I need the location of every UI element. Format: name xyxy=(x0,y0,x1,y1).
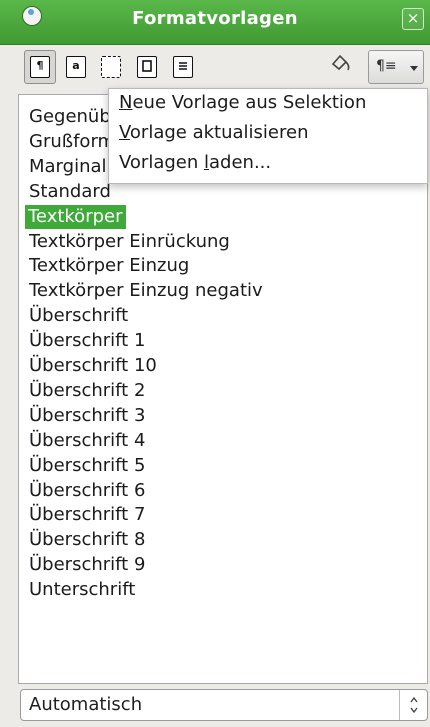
style-list-item[interactable]: Überschrift xyxy=(27,304,130,328)
window-title: Formatvorlagen xyxy=(132,8,298,29)
frame-styles-icon[interactable] xyxy=(101,56,121,78)
style-list-item[interactable]: Textkörper Einzug xyxy=(27,254,191,278)
new-style-from-selection-button[interactable]: ¶≡ xyxy=(368,50,424,84)
style-list-item[interactable]: Textkörper Einrückung xyxy=(27,230,232,254)
style-list-item[interactable]: Überschrift 5 xyxy=(27,454,147,478)
style-list-item[interactable]: Überschrift 4 xyxy=(27,429,147,453)
filter-value: Automatisch xyxy=(29,694,143,715)
new-style-label: ¶≡ xyxy=(376,58,397,74)
style-list-item[interactable]: Textkörper xyxy=(25,204,126,229)
style-list-item[interactable]: Unterschrift xyxy=(27,578,137,602)
spin-arrows-icon[interactable] xyxy=(399,690,427,720)
close-button[interactable]: × xyxy=(402,8,424,30)
context-menu: Neue Vorlage aus Selektion Vorlage aktual… xyxy=(108,88,428,184)
style-filter-select[interactable]: Automatisch xyxy=(20,689,428,721)
menu-item[interactable]: Vorlagen laden... xyxy=(119,152,271,173)
title-bar: Formatvorlagen × xyxy=(0,0,430,45)
menu-item[interactable]: Neue Vorlage aus Selektion xyxy=(119,92,366,113)
style-list-item[interactable]: Standard xyxy=(27,180,113,204)
style-list-item[interactable]: Überschrift 6 xyxy=(27,479,147,503)
chevron-down-icon xyxy=(410,66,418,71)
style-list-item[interactable]: Überschrift 2 xyxy=(27,379,147,403)
style-list-item[interactable]: Überschrift 7 xyxy=(27,503,147,527)
character-styles-icon[interactable]: a xyxy=(66,56,86,78)
paragraph-styles-icon[interactable]: ¶ xyxy=(30,56,50,78)
page-styles-icon[interactable] xyxy=(137,56,157,78)
list-styles-icon[interactable] xyxy=(173,56,193,78)
fill-format-icon[interactable] xyxy=(326,52,356,80)
style-list-item[interactable]: Überschrift 3 xyxy=(27,404,147,428)
style-list-item[interactable]: Überschrift 9 xyxy=(27,553,147,577)
style-list-item[interactable]: Textkörper Einzug negativ xyxy=(27,279,265,303)
style-list-item[interactable]: Überschrift 8 xyxy=(27,528,147,552)
style-list-item[interactable]: Überschrift 1 xyxy=(27,329,147,353)
style-list-item[interactable]: Überschrift 10 xyxy=(27,354,159,378)
menu-item[interactable]: Vorlage aktualisieren xyxy=(119,122,308,143)
